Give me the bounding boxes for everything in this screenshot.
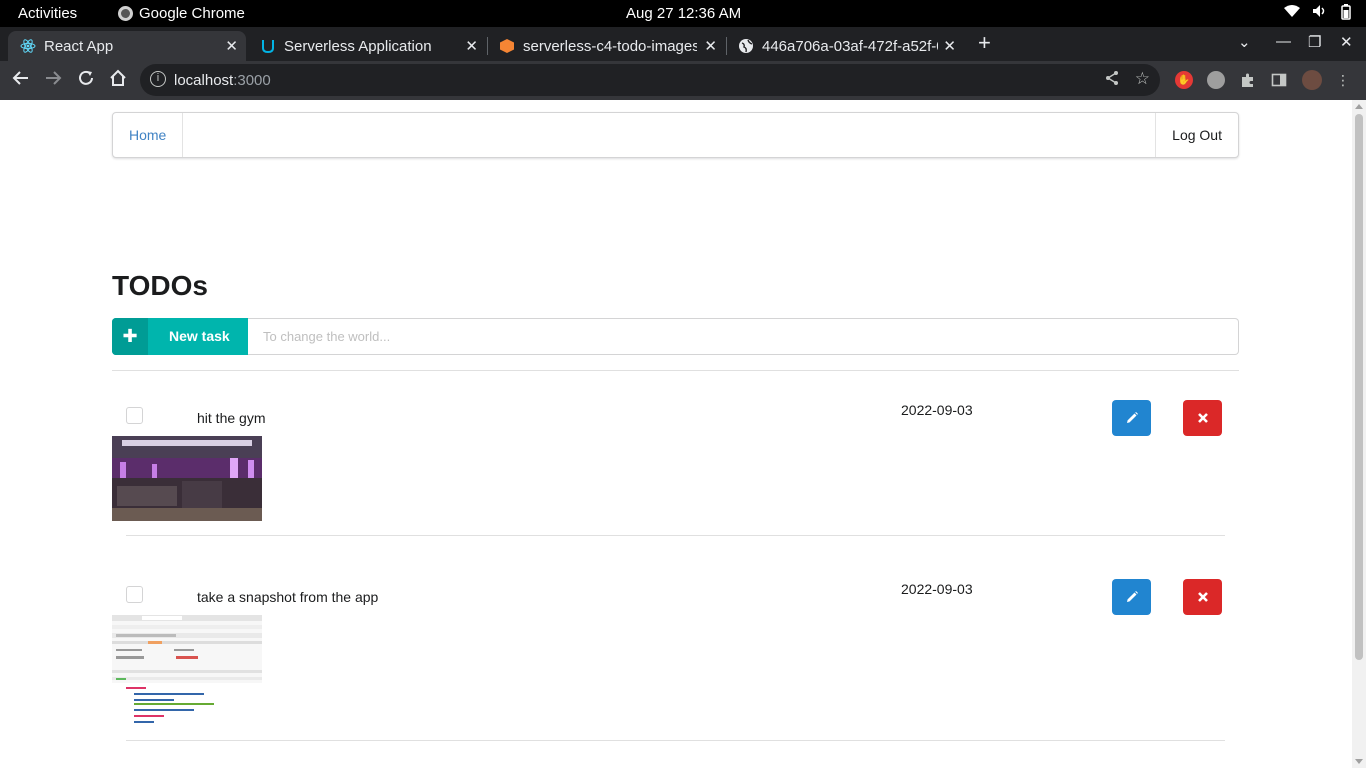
gym-photo-image: [112, 436, 262, 521]
todo-due-date: 2022-09-03: [901, 581, 973, 597]
close-icon: [1197, 413, 1208, 423]
close-tab-icon[interactable]: ✕: [225, 37, 238, 55]
new-tab-button[interactable]: +: [978, 30, 991, 56]
tab-image-url[interactable]: 446a706a-03af-472f-a52f-0 ✕: [726, 31, 964, 61]
address-bar[interactable]: i localhost:3000 ☆: [140, 64, 1160, 96]
chrome-icon: [118, 6, 133, 21]
pencil-icon: [1126, 591, 1138, 602]
todo-name: take a snapshot from the app: [197, 589, 379, 605]
battery-icon: [1340, 4, 1352, 23]
tab-search-icon[interactable]: ⌄: [1238, 33, 1251, 51]
browser-toolbar: i localhost:3000 ☆ ✋ ⋮: [0, 61, 1366, 100]
logout-button[interactable]: Log Out: [1155, 113, 1238, 157]
app-screenshot-image: [112, 615, 262, 727]
site-info-icon[interactable]: i: [150, 71, 166, 87]
close-window-icon[interactable]: ✕: [1340, 33, 1353, 51]
todo-done-checkbox[interactable]: [126, 586, 143, 603]
tab-serverless-application[interactable]: Serverless Application ✕: [248, 31, 486, 61]
home-link[interactable]: Home: [113, 113, 184, 157]
react-icon: [20, 38, 36, 54]
todo-due-date: 2022-09-03: [901, 402, 973, 418]
activities-button[interactable]: Activities: [18, 5, 77, 22]
todo-name: hit the gym: [197, 410, 266, 426]
edit-todo-button[interactable]: [1112, 579, 1151, 615]
page-title: TODOs: [112, 270, 208, 301]
restore-icon[interactable]: ❐: [1308, 33, 1321, 51]
udacity-icon: [260, 38, 276, 54]
close-tab-icon[interactable]: ✕: [465, 37, 478, 55]
tab-react-app[interactable]: React App ✕: [8, 31, 246, 61]
new-task-input[interactable]: [248, 318, 1239, 355]
chrome-menu-icon[interactable]: ⋮: [1334, 71, 1352, 89]
tab-title: Serverless Application: [284, 37, 432, 55]
delete-todo-button[interactable]: [1183, 579, 1222, 615]
app-menu[interactable]: Google Chrome: [118, 5, 245, 22]
system-tray[interactable]: [1284, 4, 1352, 23]
share-icon[interactable]: [1104, 70, 1120, 91]
close-icon: [1197, 592, 1208, 602]
system-top-bar: Activities Google Chrome Aug 27 12:36 AM: [0, 0, 1366, 27]
new-task-label: New task: [169, 328, 230, 344]
back-icon[interactable]: [12, 69, 30, 92]
url-text: localhost:3000: [174, 72, 271, 89]
forward-icon[interactable]: [44, 69, 62, 92]
tab-title: 446a706a-03af-472f-a52f-0: [762, 37, 938, 55]
aws-s3-icon: [499, 38, 515, 54]
top-menu: Home Log Out: [112, 112, 1239, 158]
tab-strip: React App ✕ Serverless Application ✕ ser…: [0, 27, 1366, 61]
todo-done-checkbox[interactable]: [126, 407, 143, 424]
home-icon[interactable]: [109, 69, 127, 92]
page-scrollbar[interactable]: [1352, 100, 1366, 768]
scroll-up-arrow[interactable]: [1355, 104, 1363, 109]
new-task-button[interactable]: ✚ New task: [112, 318, 248, 355]
wifi-icon: [1284, 4, 1300, 23]
tab-title: serverless-c4-todo-images: [523, 37, 697, 55]
scrollbar-thumb[interactable]: [1355, 114, 1363, 660]
divider: [126, 740, 1225, 741]
url-host: localhost: [174, 72, 234, 89]
close-tab-icon[interactable]: ✕: [943, 37, 956, 55]
edit-todo-button[interactable]: [1112, 400, 1151, 436]
divider: [112, 370, 1239, 371]
globe-icon: [738, 38, 754, 54]
extensions-puzzle-icon[interactable]: [1239, 71, 1257, 89]
extension-gray-icon[interactable]: [1207, 71, 1225, 89]
clock[interactable]: Aug 27 12:36 AM: [626, 5, 741, 22]
url-port: :3000: [233, 72, 271, 89]
app-name: Google Chrome: [139, 5, 245, 22]
tab-s3-bucket[interactable]: serverless-c4-todo-images ✕: [487, 31, 725, 61]
close-tab-icon[interactable]: ✕: [704, 37, 717, 55]
scroll-down-arrow[interactable]: [1355, 759, 1363, 764]
side-panel-icon[interactable]: [1270, 71, 1288, 89]
volume-icon: [1312, 4, 1328, 23]
delete-todo-button[interactable]: [1183, 400, 1222, 436]
divider: [126, 535, 1225, 536]
reload-icon[interactable]: [77, 69, 95, 92]
pencil-icon: [1126, 412, 1138, 423]
tab-title: React App: [44, 37, 114, 55]
bookmark-star-icon[interactable]: ☆: [1135, 69, 1150, 89]
extension-stop-icon[interactable]: ✋: [1175, 71, 1193, 89]
minimize-icon[interactable]: —: [1276, 33, 1291, 50]
profile-avatar[interactable]: [1302, 70, 1322, 90]
plus-icon: ✚: [112, 318, 148, 355]
